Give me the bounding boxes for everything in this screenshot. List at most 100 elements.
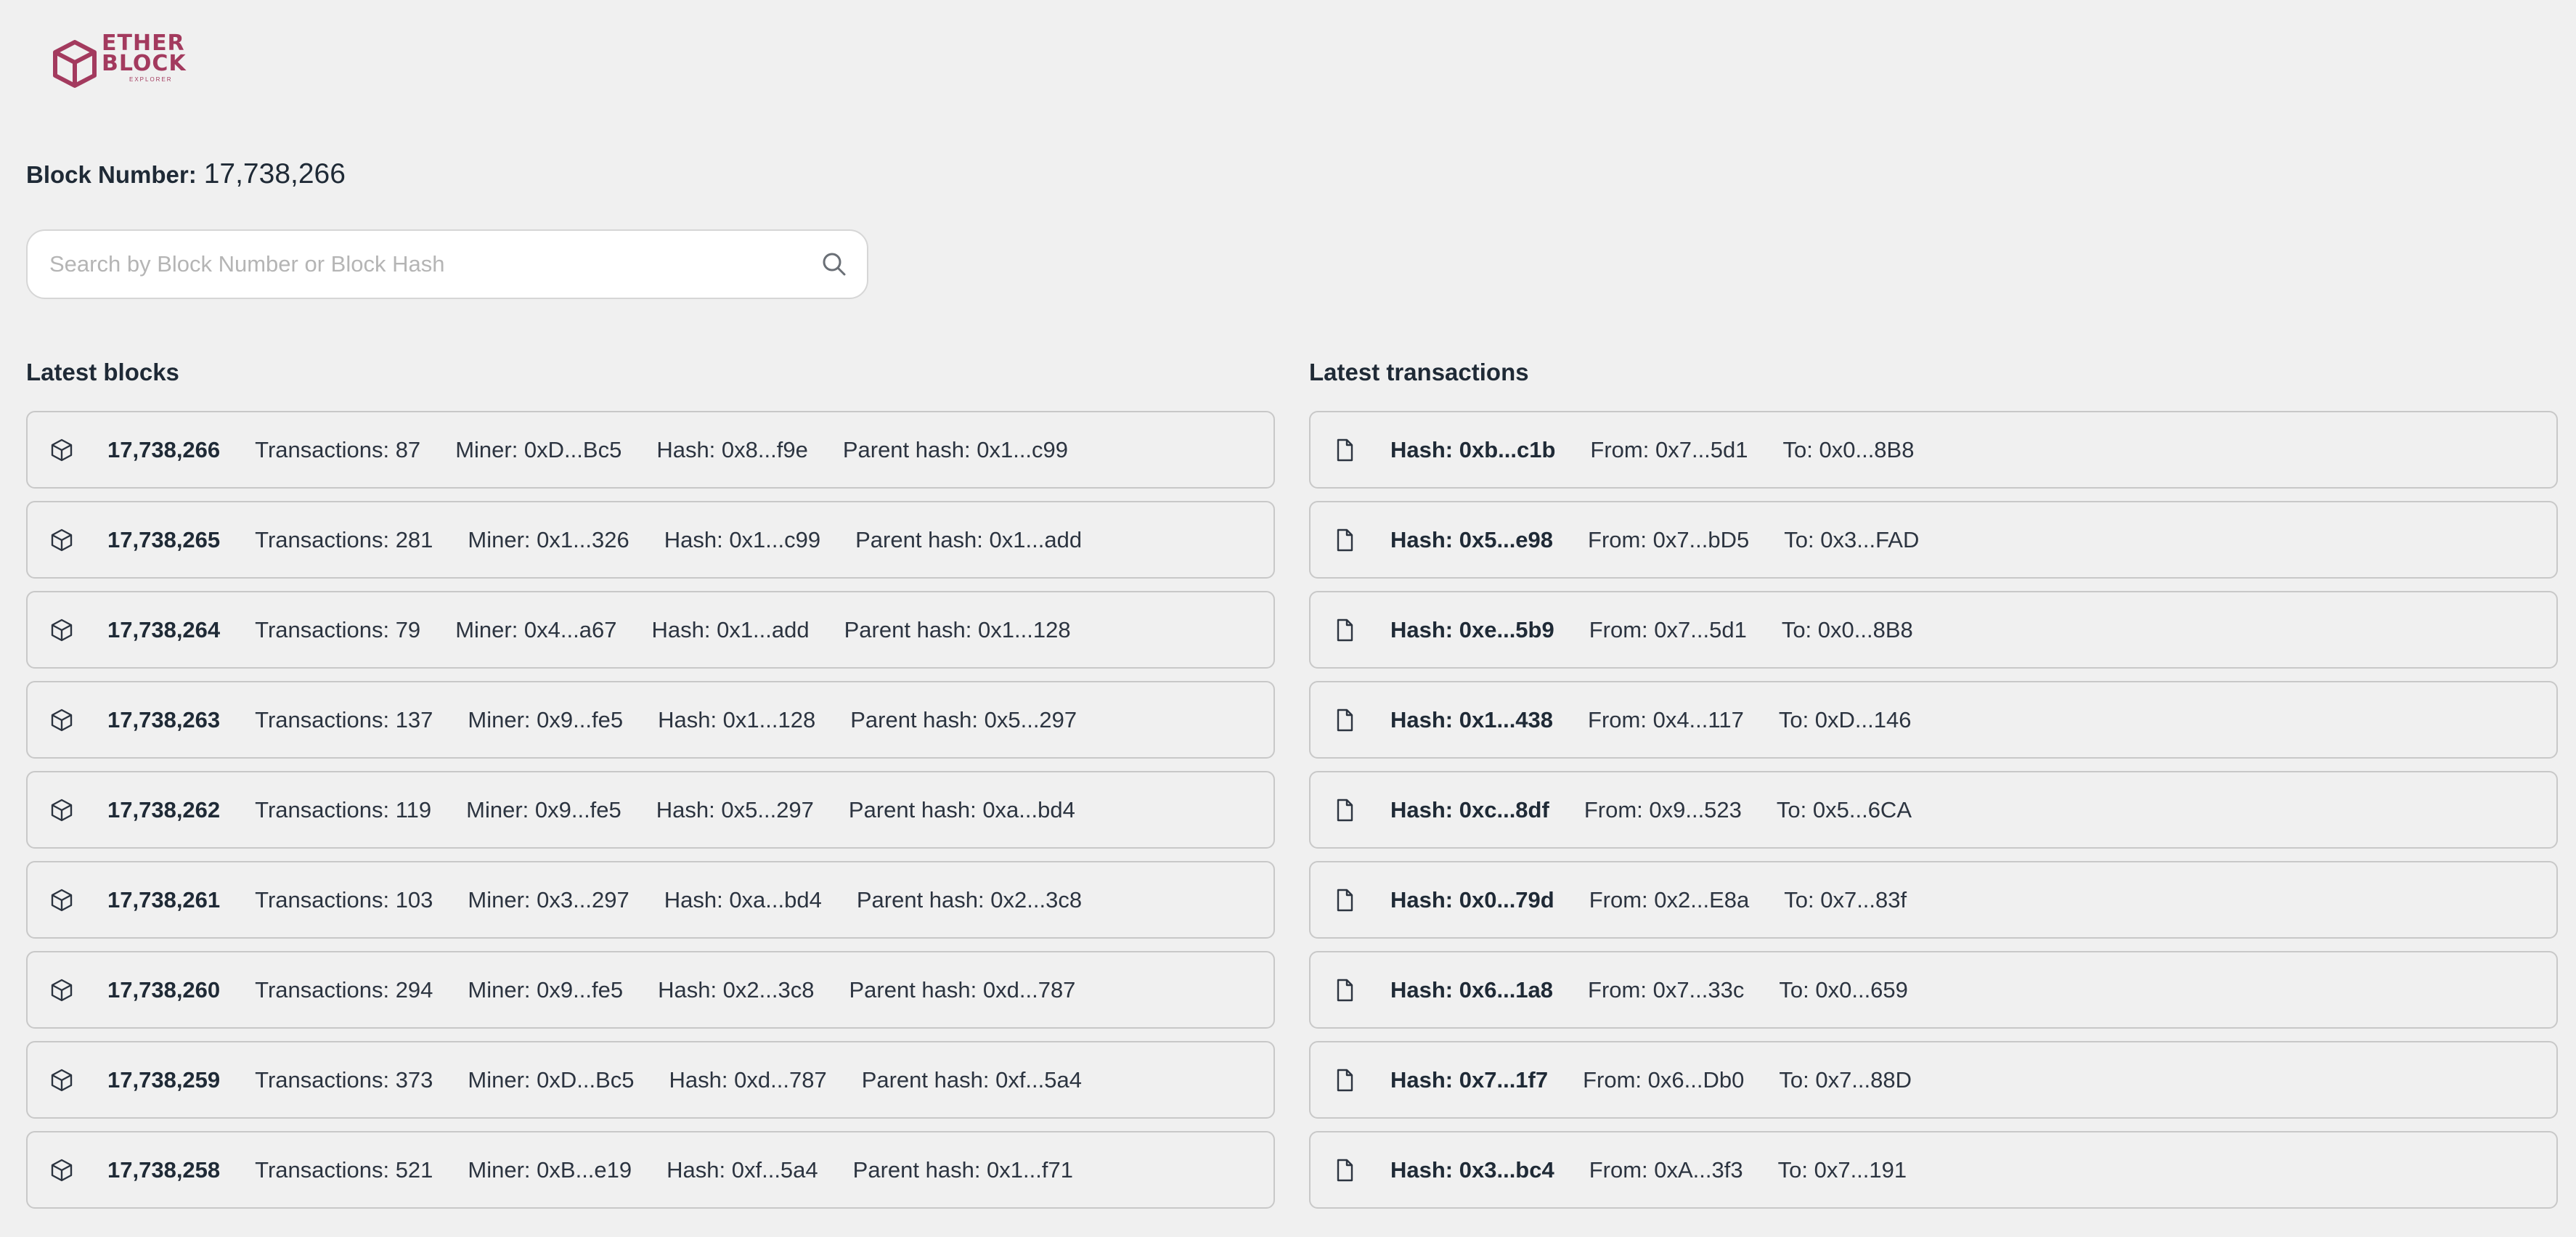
block-number: 17,738,263 [107,706,221,732]
document-icon [1337,618,1353,641]
block-row[interactable]: 17,738,264 Transactions: 79 Miner: 0x4..… [26,591,1275,669]
transaction-from: From: 0x9...523 [1583,796,1742,822]
transaction-from: From: 0x2...E8a [1589,886,1750,913]
transaction-row[interactable]: Hash: 0x6...1a8 From: 0x7...33c To: 0x0.… [1309,951,2558,1029]
block-hash: Hash: 0xd...787 [669,1066,827,1093]
search-input[interactable] [48,250,820,278]
document-icon [1337,979,1353,1001]
block-row[interactable]: 17,738,266 Transactions: 87 Miner: 0xD..… [26,411,1275,489]
transaction-hash: Hash: 0x3...bc4 [1390,1156,1554,1183]
block-parent-hash: Parent hash: 0x2...3c8 [856,886,1083,913]
block-row[interactable]: 17,738,263 Transactions: 137 Miner: 0x9.… [26,681,1275,759]
block-miner: Miner: 0x4...a67 [455,616,617,642]
block-number: 17,738,258 [107,1156,221,1183]
transaction-from: From: 0x7...5d1 [1590,436,1748,462]
block-row[interactable]: 17,738,258 Transactions: 521 Miner: 0xB.… [26,1131,1275,1209]
block-parent-hash: Parent hash: 0x1...f71 [852,1156,1073,1183]
block-row[interactable]: 17,738,262 Transactions: 119 Miner: 0x9.… [26,771,1275,849]
transaction-row[interactable]: Hash: 0xb...c1b From: 0x7...5d1 To: 0x0.… [1309,411,2558,489]
block-miner: Miner: 0x9...fe5 [468,976,624,1003]
transaction-hash: Hash: 0x5...e98 [1390,526,1554,552]
block-parent-hash: Parent hash: 0x1...128 [844,616,1071,642]
block-hash: Hash: 0x1...128 [658,706,816,732]
transaction-to: To: 0x0...659 [1779,976,1908,1003]
cube-icon [51,528,73,551]
latest-transactions-title: Latest transactions [1309,359,1529,385]
block-miner: Miner: 0x3...297 [468,886,629,913]
search-bar [26,229,868,299]
block-miner: Miner: 0x9...fe5 [466,796,621,822]
etherblock-logo[interactable]: ETHER BLOCK EXPLORER [52,33,187,89]
transaction-row[interactable]: Hash: 0xc...8df From: 0x9...523 To: 0x5.… [1309,771,2558,849]
transaction-from: From: 0x4...117 [1588,706,1744,732]
block-transactions: Transactions: 87 [255,436,421,462]
transaction-row[interactable]: Hash: 0xe...5b9 From: 0x7...5d1 To: 0x0.… [1309,591,2558,669]
block-number-value: 17,738,266 [203,158,346,189]
block-miner: Miner: 0xD...Bc5 [468,1066,635,1093]
search-icon[interactable] [820,250,848,278]
transaction-hash: Hash: 0x7...1f7 [1390,1066,1549,1093]
transaction-from: From: 0x7...bD5 [1588,526,1750,552]
logo-subtitle: EXPLORER [129,76,173,83]
transaction-row[interactable]: Hash: 0x0...79d From: 0x2...E8a To: 0x7.… [1309,861,2558,939]
block-transactions: Transactions: 103 [255,886,433,913]
block-miner: Miner: 0xB...e19 [468,1156,632,1183]
transaction-from: From: 0xA...3f3 [1589,1156,1743,1183]
transaction-hash: Hash: 0xb...c1b [1390,436,1556,462]
block-transactions: Transactions: 119 [255,796,432,822]
cube-icon [51,889,73,911]
transaction-to: To: 0x7...191 [1777,1156,1907,1183]
block-parent-hash: Parent hash: 0xd...787 [849,976,1076,1003]
latest-blocks-title: Latest blocks [26,359,179,385]
block-number-label: Block Number: [26,161,197,188]
block-row[interactable]: 17,738,259 Transactions: 373 Miner: 0xD.… [26,1041,1275,1119]
block-miner: Miner: 0x1...326 [468,526,629,552]
block-hash: Hash: 0x2...3c8 [658,976,815,1003]
latest-transactions-list: Hash: 0xb...c1b From: 0x7...5d1 To: 0x0.… [1309,411,2558,1209]
block-row[interactable]: 17,738,260 Transactions: 294 Miner: 0x9.… [26,951,1275,1029]
block-transactions: Transactions: 281 [255,526,433,552]
transaction-to: To: 0x7...88D [1779,1066,1912,1093]
transaction-row[interactable]: Hash: 0x3...bc4 From: 0xA...3f3 To: 0x7.… [1309,1131,2558,1209]
transaction-to: To: 0xD...146 [1778,706,1912,732]
transaction-hash: Hash: 0x0...79d [1390,886,1554,913]
block-number: 17,738,262 [107,796,221,822]
block-hash: Hash: 0xf...5a4 [667,1156,818,1183]
block-transactions: Transactions: 521 [255,1156,433,1183]
transaction-row[interactable]: Hash: 0x1...438 From: 0x4...117 To: 0xD.… [1309,681,2558,759]
block-number: 17,738,266 [107,436,221,462]
document-icon [1337,709,1353,731]
block-number: 17,738,264 [107,616,221,642]
document-icon [1337,438,1353,461]
logo-line-2: BLOCK [102,51,187,76]
block-hash: Hash: 0x1...add [651,616,810,642]
block-parent-hash: Parent hash: 0x1...add [855,526,1083,552]
document-icon [1337,1069,1353,1091]
block-number: 17,738,259 [107,1066,221,1093]
transaction-hash: Hash: 0x6...1a8 [1390,976,1554,1003]
block-transactions: Transactions: 294 [255,976,433,1003]
block-number: 17,738,260 [107,976,221,1003]
block-parent-hash: Parent hash: 0x5...297 [850,706,1077,732]
document-icon [1337,1159,1353,1181]
cube-icon [51,799,73,821]
logo-wordmark: ETHER BLOCK EXPLORER [102,33,187,83]
document-icon [1337,889,1353,911]
block-number: 17,738,261 [107,886,221,913]
transaction-row[interactable]: Hash: 0x7...1f7 From: 0x6...Db0 To: 0x7.… [1309,1041,2558,1119]
block-transactions: Transactions: 373 [255,1066,433,1093]
cube-icon [51,709,73,731]
transaction-from: From: 0x6...Db0 [1583,1066,1745,1093]
transaction-row[interactable]: Hash: 0x5...e98 From: 0x7...bD5 To: 0x3.… [1309,501,2558,579]
block-parent-hash: Parent hash: 0xf...5a4 [861,1066,1082,1093]
block-row[interactable]: 17,738,261 Transactions: 103 Miner: 0x3.… [26,861,1275,939]
transaction-to: To: 0x7...83f [1784,886,1907,913]
block-transactions: Transactions: 137 [255,706,433,732]
transaction-to: To: 0x0...8B8 [1782,436,1915,462]
block-row[interactable]: 17,738,265 Transactions: 281 Miner: 0x1.… [26,501,1275,579]
cube-icon [51,1159,73,1181]
latest-blocks-list: 17,738,266 Transactions: 87 Miner: 0xD..… [26,411,1275,1209]
cube-icon [51,618,73,641]
block-transactions: Transactions: 79 [255,616,421,642]
block-hash: Hash: 0x5...297 [656,796,814,822]
